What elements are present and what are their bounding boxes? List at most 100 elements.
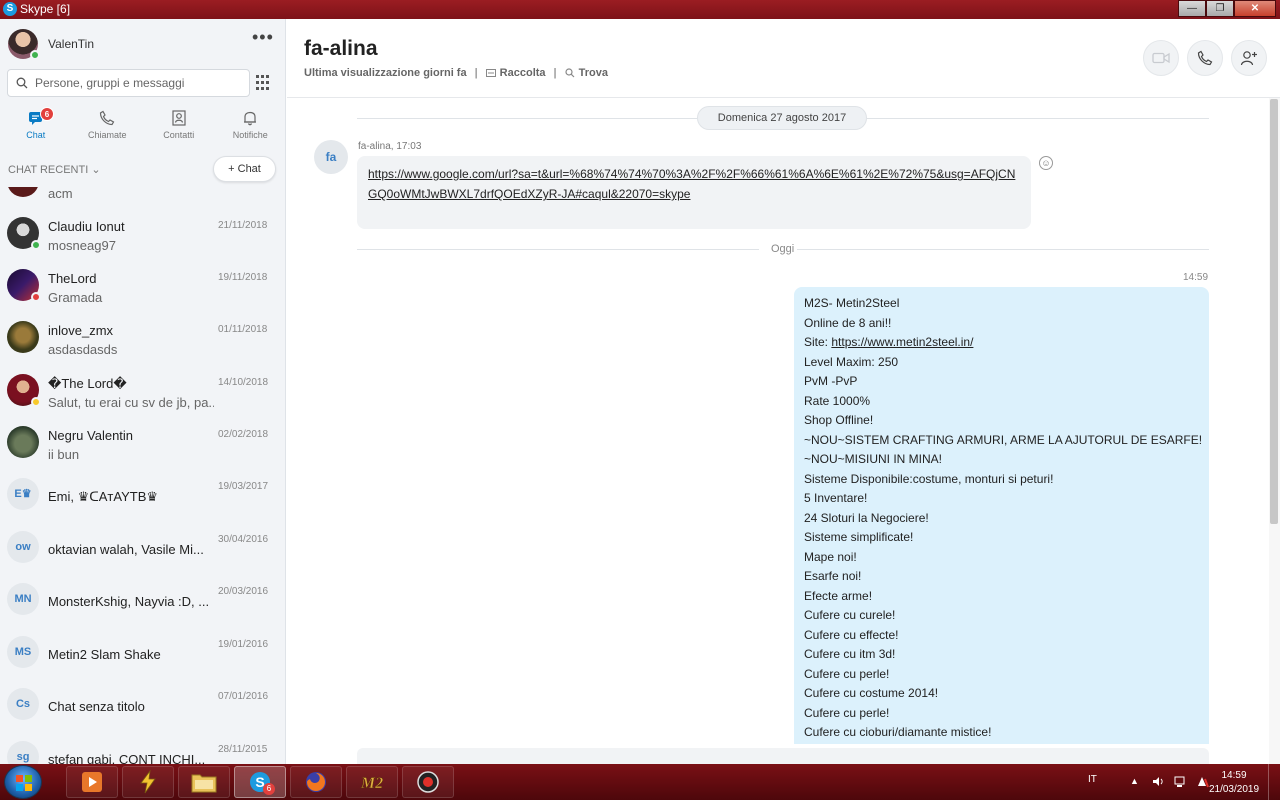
system-tray: ▲ [1130,775,1209,788]
profile-avatar[interactable] [8,29,40,60]
chat-name: �The Lord� [48,376,127,391]
video-call-button[interactable] [1143,40,1179,76]
dialpad-icon[interactable] [256,75,272,91]
recent-chats-label: CHAT RECENTI [8,164,89,176]
message-link[interactable]: https://www.google.com/url?sa=t&url=%68%… [368,167,1015,201]
firefox-icon [306,772,326,792]
taskbar-recorder[interactable] [402,766,454,798]
tab-chat[interactable]: 6 Chat [0,105,72,153]
chat-name: TheLord [48,271,97,286]
taskbar-explorer[interactable] [178,766,230,798]
tab-notifications[interactable]: Notifiche [215,105,286,153]
tab-notifications-label: Notifiche [232,130,268,140]
online-status-icon [31,240,41,250]
add-person-icon [1240,51,1257,66]
conversation-title[interactable]: fa-alina [304,37,378,61]
nav-tabs: 6 Chat Chiamate Contatti Notifiche [0,105,286,153]
taskbar-firefox[interactable] [290,766,342,798]
message-line: Cufere cu curele! [804,608,896,622]
gallery-link[interactable]: Raccolta [485,67,546,79]
chat-date: 07/01/2016 [218,691,269,702]
message-line: Mape noi! [804,549,857,564]
search-input[interactable] [35,76,235,90]
chat-item[interactable]: Cs Chat senza titolo 07/01/2016 [0,678,285,730]
chat-item[interactable]: Negru Valentin ii bun 02/02/2018 [0,416,285,468]
tab-contacts[interactable]: Contatti [143,105,215,153]
conversation-pane: fa-alina Ultima visualizzazione giorni f… [287,19,1280,764]
scrollbar-thumb[interactable] [1270,99,1278,524]
profile-name: ValenTin [48,37,95,51]
divider [357,249,759,250]
away-status-icon [31,397,41,407]
chat-item[interactable]: ow oktavian walah, Vasile Mi... 30/04/20… [0,521,285,573]
phone-icon [100,110,115,126]
audio-call-button[interactable] [1187,40,1223,76]
record-icon [417,771,439,793]
close-button[interactable]: ✕ [1234,0,1276,17]
expand-tray-icon[interactable]: ▲ [1130,775,1143,788]
skype-app-icon: S [3,2,17,16]
chat-item[interactable]: MS Metin2 Slam Shake 19/01/2016 [0,626,285,678]
message-line: Cufere cu effecte! [804,627,899,642]
message-line: Esarfe noi! [804,569,862,583]
emoji-reaction-icon[interactable]: ☺ [1039,156,1053,170]
taskbar-media-player[interactable] [66,766,118,798]
message-line: ~NOU~SISTEM CRAFTING ARMURI, ARME LA AJU… [804,432,1203,447]
tab-calls[interactable]: Chiamate [72,105,144,153]
minimize-button[interactable]: — [1178,0,1206,17]
skype-window: ValenTin ••• 6 Chat [0,19,1280,764]
message-line: Site: https://www.metin2steel.in/ [804,333,1199,353]
restore-button[interactable]: ❐ [1206,0,1234,17]
chat-date: 14/10/2018 [218,377,269,388]
message-compose-box[interactable] [357,748,1209,764]
chat-item[interactable]: MN MonsterKshig, Nayvia :D, ... 20/03/20… [0,573,285,625]
taskbar-skype[interactable]: S 6 [234,766,286,798]
clock[interactable]: 14:59 21/03/2019 [1204,769,1264,797]
chat-avatar [7,426,39,458]
show-desktop-button[interactable] [1268,764,1280,800]
message-line: Cufere cu costume 2014! [804,686,939,700]
message-line: Cufere cu cioburi/diamante mistice! [804,725,992,739]
message-line: Sisteme simplificate! [804,530,914,544]
profile[interactable]: ValenTin [8,28,94,60]
chat-name: Negru Valentin [48,428,134,443]
sender-avatar[interactable]: fa [314,140,348,174]
chat-item[interactable]: inlove_zmx asdasdasds 01/11/2018 [0,311,285,363]
find-link[interactable]: Trova [565,67,608,79]
network-icon[interactable] [1174,775,1187,788]
more-options-icon[interactable]: ••• [252,28,274,46]
incoming-message: https://www.google.com/url?sa=t&url=%68%… [357,156,1031,229]
plus-icon: + [228,163,235,175]
new-chat-button[interactable]: + Chat [213,156,276,182]
contacts-icon [172,110,186,126]
chat-preview: asdasdasds [48,342,118,357]
start-button[interactable] [4,765,42,799]
site-link[interactable]: https://www.metin2steel.in/ [831,335,973,349]
last-seen-text: Ultima visualizzazione giorni fa [304,67,467,79]
chat-item[interactable]: E♛ Emi, ♛ᑕAᴛAYTB♛ 19/03/2017 [0,468,285,520]
unread-badge: 6 [40,107,54,121]
add-people-button[interactable] [1231,40,1267,76]
volume-icon[interactable] [1152,775,1165,788]
recent-chats-header[interactable]: CHAT RECENTI ⌄ [8,163,101,176]
message-line: Cufere cu perle! [804,666,890,681]
site-label: Site: [804,335,832,349]
chat-item[interactable]: Claudiu Ionut mosneag97 21/11/2018 [0,207,285,259]
taskbar-metin2[interactable]: M2 [346,766,398,798]
search-box[interactable] [7,69,250,97]
language-indicator[interactable]: IT [1088,774,1097,785]
chat-item[interactable]: �The Lord� Salut, tu erai cu sv de jb, p… [0,364,285,416]
chat-item[interactable]: sg stefan gabi, CONT INCHI... 28/11/2015 [0,731,285,764]
video-camera-icon [1152,52,1170,64]
chat-name: stefan gabi, CONT INCHI... [48,752,206,764]
message-line: 24 Sloturi la Negociere! [804,510,929,525]
chat-item[interactable]: TheLord Gramada 19/11/2018 [0,259,285,311]
find-label: Trova [578,67,608,79]
windows-logo-icon [16,775,32,791]
message-line: Cufere cu perle! [804,705,890,720]
chat-avatar [7,269,41,302]
message-line: 5 Inventare! [804,491,868,505]
taskbar-app[interactable] [122,766,174,798]
chat-item[interactable]: acm [0,187,285,207]
divider [357,118,697,119]
